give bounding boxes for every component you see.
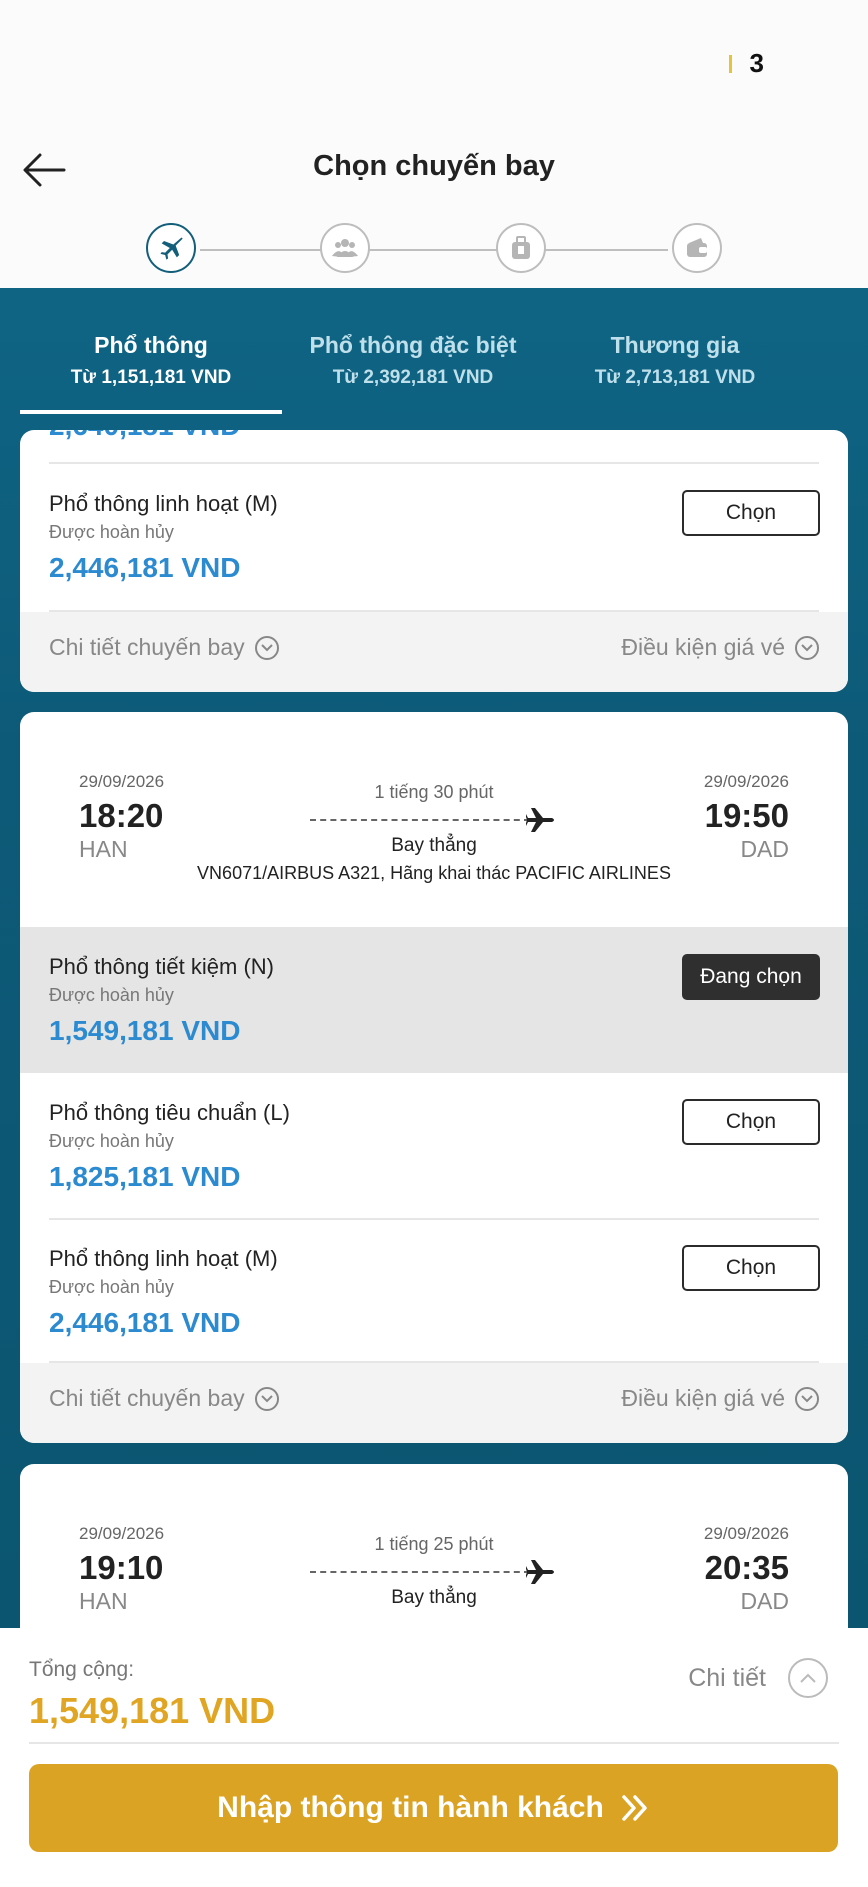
flight-type: Bay thẳng xyxy=(391,835,477,856)
status-bar: 3 xyxy=(0,0,868,120)
active-tab-indicator xyxy=(20,410,282,414)
chevron-up-icon xyxy=(788,1658,828,1698)
route-line xyxy=(310,1571,530,1573)
chevron-down-icon xyxy=(254,635,279,660)
step-payment[interactable] xyxy=(672,223,722,273)
flight-summary[interactable]: 29/09/2026 18:20 HAN 29/09/2026 19:50 DA… xyxy=(20,712,848,912)
flight-duration: 1 tiếng 25 phút xyxy=(374,1534,494,1554)
app-header: Chọn chuyến bay xyxy=(0,120,868,288)
status-indicator: 3 xyxy=(728,48,764,79)
airplane-icon xyxy=(526,808,554,832)
chevron-down-icon xyxy=(795,1386,819,1411)
flight-card: 29/09/2026 18:20 HAN 29/09/2026 19:50 DA… xyxy=(20,712,848,1443)
tab-economy[interactable]: Phổ thông Từ 1,151,181 VND xyxy=(20,332,282,389)
tab-premium-economy[interactable]: Phổ thông đặc biệt Từ 2,392,181 VND xyxy=(282,332,544,389)
total-price: 1,549,181 VND xyxy=(29,1690,276,1731)
fare-name: Phổ thông tiết kiệm (N) xyxy=(49,954,274,979)
fare-conditions-toggle[interactable]: Điều kiện giá vé xyxy=(621,634,819,661)
fare-price: 2,446,181 VND xyxy=(49,1307,241,1338)
tab-label: Thương gia xyxy=(610,332,740,358)
card-footer: Chi tiết chuyến bay Điều kiện giá vé xyxy=(20,612,848,692)
divider xyxy=(29,1742,839,1744)
tab-label: Phổ thông đặc biệt xyxy=(309,332,517,358)
tab-business[interactable]: Thương gia Từ 2,713,181 VND xyxy=(544,332,806,389)
stepper-line xyxy=(200,249,668,251)
summary-detail-toggle[interactable]: Chi tiết xyxy=(688,1658,828,1698)
baggage-icon xyxy=(512,236,530,259)
fare-conditions-label: Điều kiện giá vé xyxy=(621,1385,785,1411)
status-count: 3 xyxy=(749,48,764,78)
choose-fare-button[interactable]: Chọn xyxy=(682,1099,820,1145)
flight-details-label: Chi tiết chuyến bay xyxy=(49,1385,245,1411)
cabin-tabs: Phổ thông Từ 1,151,181 VND Phổ thông đặc… xyxy=(0,288,868,418)
fare-conditions-toggle[interactable]: Điều kiện giá vé xyxy=(621,1385,819,1412)
fare-option: Phổ thông linh hoạt (M) Được hoàn hủy 2,… xyxy=(20,464,848,610)
fare-price: 1,825,181 VND xyxy=(49,1161,241,1192)
cta-label: Nhập thông tin hành khách xyxy=(217,1791,604,1824)
choose-fare-button[interactable]: Chọn xyxy=(682,490,820,536)
fare-option: Phổ thông linh hoạt (M) Được hoàn hủy 2,… xyxy=(20,1219,848,1365)
enter-passenger-info-button[interactable]: Nhập thông tin hành khách xyxy=(29,1764,838,1852)
fare-option-selected[interactable]: Phổ thông tiết kiệm (N) Được hoàn hủy 1,… xyxy=(20,927,848,1073)
tab-price: Từ 2,392,181 VND xyxy=(332,367,494,388)
total-label: Tổng cộng: xyxy=(29,1658,135,1681)
flight-details-toggle[interactable]: Chi tiết chuyến bay xyxy=(49,1385,279,1412)
step-passengers[interactable] xyxy=(320,223,370,273)
flight-duration: 1 tiếng 30 phút xyxy=(374,782,494,802)
flight-type: Bay thẳng xyxy=(391,1587,477,1608)
fare-name: Phổ thông linh hoạt (M) xyxy=(49,491,278,516)
fare-conditions-label: Điều kiện giá vé xyxy=(621,634,785,660)
fare-name: Phổ thông tiêu chuẩn (L) xyxy=(49,1100,290,1125)
fare-price: 2,640,181 VND xyxy=(49,430,240,442)
flight-details-toggle[interactable]: Chi tiết chuyến bay xyxy=(49,634,279,661)
fare-option: Phổ thông tiêu chuẩn (L) Được hoàn hủy 1… xyxy=(20,1073,848,1219)
booking-stepper xyxy=(146,223,722,277)
airplane-icon xyxy=(160,237,183,260)
fare-price: 2,446,181 VND xyxy=(49,552,241,583)
flight-info: VN6071/AIRBUS A321, Hãng khai thác PACIF… xyxy=(197,863,671,883)
wallet-icon xyxy=(687,238,707,257)
fare-price: 1,549,181 VND xyxy=(49,1015,241,1046)
fare-note: Được hoàn hủy xyxy=(49,1277,174,1297)
page-title: Chọn chuyến bay xyxy=(313,150,555,182)
step-baggage[interactable] xyxy=(496,223,546,273)
double-chevron-right-icon xyxy=(622,1795,647,1821)
tab-label: Phổ thông xyxy=(94,332,208,358)
step-flight[interactable] xyxy=(146,223,196,273)
status-bar-mark xyxy=(728,54,732,73)
tab-price: Từ 1,151,181 VND xyxy=(70,367,232,388)
tab-price: Từ 2,713,181 VND xyxy=(594,367,756,388)
chevron-down-icon xyxy=(254,1386,279,1411)
flight-card: 2,640,181 VND Phổ thông linh hoạt (M) Đư… xyxy=(20,430,848,692)
card-footer: Chi tiết chuyến bay Điều kiện giá vé xyxy=(20,1363,848,1443)
airplane-icon xyxy=(526,1560,554,1584)
chevron-down-icon xyxy=(795,635,819,660)
flight-details-label: Chi tiết chuyến bay xyxy=(49,634,245,660)
booking-summary: Tổng cộng: 1,549,181 VND Chi tiết Nhập t… xyxy=(0,1628,868,1887)
detail-label: Chi tiết xyxy=(688,1663,766,1692)
passengers-icon xyxy=(332,239,358,257)
choose-fare-button[interactable]: Chọn xyxy=(682,1245,820,1291)
route-line xyxy=(310,819,530,821)
fare-name: Phổ thông linh hoạt (M) xyxy=(49,1246,278,1271)
fare-note: Được hoàn hủy xyxy=(49,1131,174,1151)
fare-note: Được hoàn hủy xyxy=(49,985,174,1005)
selected-fare-button[interactable]: Đang chọn xyxy=(682,954,820,1000)
fare-note: Được hoàn hủy xyxy=(49,522,174,542)
